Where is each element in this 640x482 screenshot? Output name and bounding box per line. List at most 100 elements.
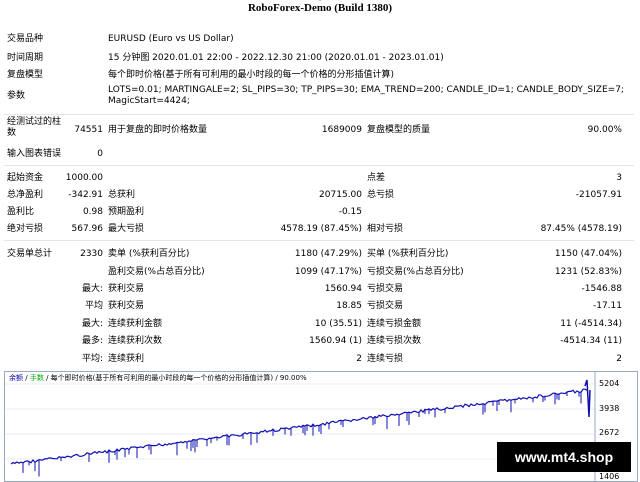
- row-key: 平均: [84, 301, 103, 311]
- profit-factor-value: 0.98: [82, 207, 103, 217]
- trades-row: 平均: 连续获利 2 连续亏损 2: [0, 351, 640, 367]
- mismatch-label: 输入图表错误: [7, 149, 62, 159]
- expected-payoff-label: 预期盈利: [108, 207, 145, 217]
- row-a-label: 连续获利金额: [108, 319, 163, 329]
- bars-row: 经测试过的柱 数 74551 用于复盘的即时价格数量 1689009 复盘模型的…: [0, 117, 640, 144]
- period-value: 15 分钟图 2020.01.01 22:00 - 2022.12.30 21:…: [108, 53, 444, 63]
- row-b-label: 连续亏损金额: [367, 319, 422, 329]
- won-label: 盈利交易(%占总百分比): [108, 267, 205, 277]
- lost-value: 1231 (52.83%): [554, 267, 622, 277]
- row-a-value: 1560.94 (1): [309, 336, 362, 346]
- row-a-label: 获利交易: [108, 301, 145, 311]
- won-value: 1099 (47.17%): [294, 267, 362, 277]
- spread-label: 点差: [367, 173, 386, 183]
- row-b-label: 连续亏损次数: [367, 336, 422, 346]
- row-b-value: -1546.88: [581, 284, 622, 294]
- trades-row: 最多: 连续获利次数 1560.94 (1) 连续亏损次数 -4514.34 (…: [0, 333, 640, 349]
- row-b-value: -4514.34 (11): [560, 336, 622, 346]
- abs-drawdown-value: 567.96: [71, 224, 104, 234]
- chart-header-text: / 每个即时价格(基于所有可利用的最小时段的每一个价格的分形插值计算) / 90…: [46, 374, 307, 382]
- symbol-label: 交易品种: [7, 34, 44, 44]
- gross-profit-label: 总获利: [108, 190, 136, 200]
- trades-won-row: 盈利交易(%占总百分比) 1099 (47.17%) 亏损交易(%占总百分比) …: [0, 264, 640, 280]
- quality-value: 90.00%: [587, 125, 622, 135]
- model-value: 每个即时价格(基于所有可利用的最小时段的每一个价格的分形插值计算): [108, 70, 395, 80]
- final-drop: [584, 379, 591, 418]
- rel-drawdown-label: 相对亏损: [367, 224, 404, 234]
- max-drawdown-label: 最大亏损: [108, 224, 145, 234]
- separator: [4, 165, 634, 166]
- net-profit-label: 总净盈利: [7, 190, 44, 200]
- gross-profit-value: 20715.00: [319, 190, 362, 200]
- row-key: 最大:: [81, 319, 103, 329]
- total-trades-value: 2330: [80, 249, 103, 259]
- row-b-value: -17.11: [592, 301, 622, 311]
- row-key: 平均:: [81, 354, 103, 364]
- net-profit-value: -342.91: [68, 190, 103, 200]
- symbol-row: 交易品种 EURUSD (Euro vs US Dollar): [0, 31, 640, 47]
- profit-factor-label: 盈利比: [7, 207, 35, 217]
- abs-drawdown-label: 绝对亏损: [7, 224, 44, 234]
- server-title: RoboForex-Demo (Build 1380): [247, 2, 392, 14]
- expected-payoff-value: -0.15: [338, 207, 362, 217]
- row-a-value: 1560.94: [324, 284, 362, 294]
- long-value: 1150 (47.04%): [554, 249, 622, 259]
- row-b-value: 11 (-4514.34): [560, 319, 622, 329]
- ticks-label: 用于复盘的即时价格数量: [108, 125, 208, 135]
- short-value: 1180 (47.29%): [294, 249, 362, 259]
- deposit-value: 1000.00: [65, 173, 103, 183]
- rel-drawdown-value: 87.45% (4578.19): [540, 224, 622, 234]
- y-axis-label: 3938: [599, 404, 620, 413]
- drawdown-row: 绝对亏损 567.96 最大亏损 4578.19 (87.45%) 相对亏损 8…: [0, 221, 640, 237]
- legend-separator: /: [25, 374, 28, 382]
- row-b-label: 亏损交易: [367, 284, 404, 294]
- row-b-label: 亏损交易: [367, 301, 404, 311]
- params-value-2: MagicStart=4424;: [108, 96, 190, 106]
- trades-row: 平均 获利交易 18.85 亏损交易 -17.11: [0, 298, 640, 314]
- period-row: 时间周期 15 分钟图 2020.01.01 22:00 - 2022.12.3…: [0, 50, 640, 66]
- params-label: 参数: [7, 91, 26, 101]
- bars-value: 74551: [74, 125, 103, 135]
- profit-row: 总净盈利 -342.91 总获利 20715.00 总亏损 -21057.91: [0, 187, 640, 203]
- row-a-value: 18.85: [336, 301, 362, 311]
- row-a-label: 获利交易: [108, 284, 145, 294]
- separator: [4, 240, 634, 241]
- y-axis-label: 2672: [599, 428, 620, 437]
- bars-label-2: 数: [7, 128, 17, 138]
- row-a-value: 2: [356, 354, 362, 364]
- row-b-label: 连续亏损: [367, 354, 404, 364]
- row-a-label: 连续获利次数: [108, 336, 163, 346]
- trades-row: 最大: 获利交易 1560.94 亏损交易 -1546.88: [0, 281, 640, 297]
- row-key: 最多:: [81, 336, 103, 346]
- quality-label: 复盘模型的质量: [367, 125, 431, 135]
- long-label: 买单 (%获利百分比): [367, 249, 449, 259]
- y-axis-label: 5204: [599, 379, 620, 388]
- row-key: 最大:: [81, 284, 103, 294]
- row-a-label: 连续获利: [108, 354, 145, 364]
- row-a-value: 10 (35.51): [314, 319, 362, 329]
- separator: [4, 114, 634, 115]
- trades-total-row: 交易单总计 2330 卖单 (%获利百分比) 1180 (47.29%) 买单 …: [0, 246, 640, 262]
- gross-loss-label: 总亏损: [367, 190, 395, 200]
- ticks-value: 1689009: [321, 125, 362, 135]
- lots-legend: 手数: [29, 374, 44, 382]
- gross-loss-value: -21057.91: [575, 190, 622, 200]
- row-b-value: 2: [616, 354, 622, 364]
- total-trades-label: 交易单总计: [7, 249, 53, 259]
- short-label: 卖单 (%获利百分比): [108, 249, 190, 259]
- spread-value: 3: [616, 173, 622, 183]
- deposit-row: 起始资金 1000.00 点差 3: [0, 170, 640, 186]
- model-row: 复盘模型 每个即时价格(基于所有可利用的最小时段的每一个价格的分形插值计算): [0, 67, 640, 83]
- watermark: www.mt4.shop: [497, 442, 631, 472]
- mismatch-value: 0: [97, 149, 103, 159]
- model-label: 复盘模型: [7, 70, 44, 80]
- mismatch-row: 输入图表错误 0: [0, 146, 640, 162]
- deposit-label: 起始资金: [7, 173, 44, 183]
- chart-header: 余额 / 手数 / 每个即时价格(基于所有可利用的最小时段的每一个价格的分形插值…: [9, 373, 307, 383]
- factor-row: 盈利比 0.98 预期盈利 -0.15: [0, 204, 640, 220]
- lost-label: 亏损交易(%占总百分比): [367, 267, 464, 277]
- period-label: 时间周期: [7, 53, 44, 63]
- balance-legend: 余额: [9, 374, 23, 382]
- symbol-value: EURUSD (Euro vs US Dollar): [108, 34, 234, 44]
- max-drawdown-value: 4578.19 (87.45%): [280, 224, 362, 234]
